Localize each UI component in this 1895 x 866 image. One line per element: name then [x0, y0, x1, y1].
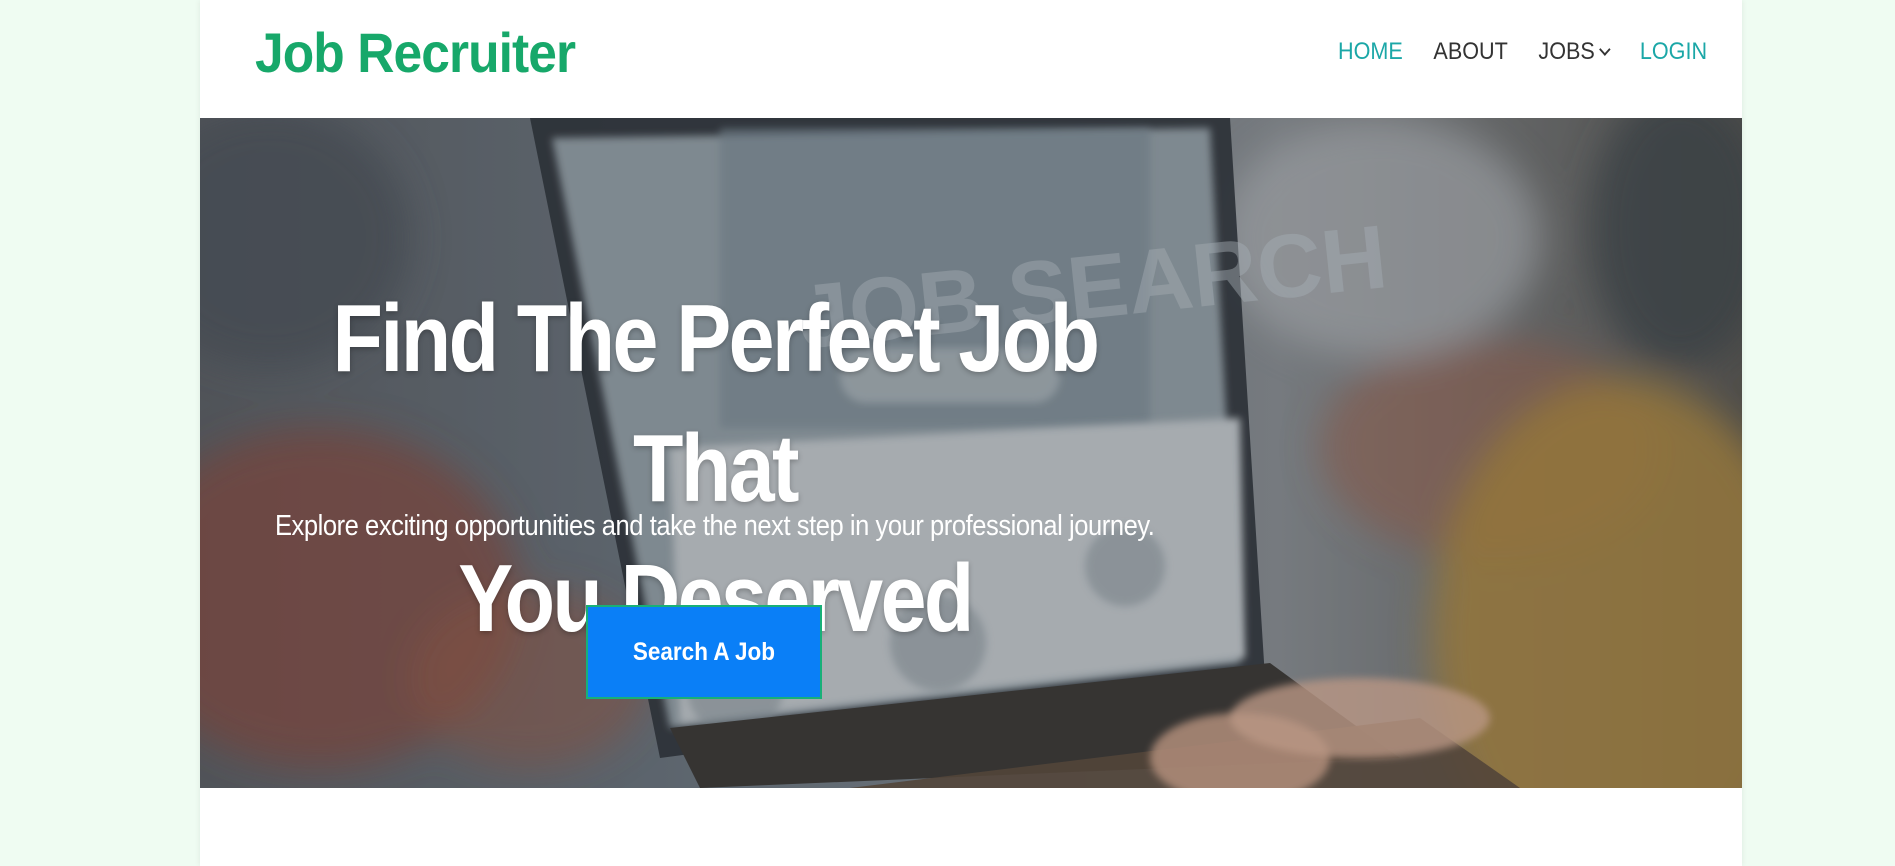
search-job-button[interactable]: Search A Job: [586, 605, 822, 699]
hero-subtitle-text: Explore exciting opportunities and take …: [275, 510, 1155, 542]
hero-banner: JOB SEARCH Find The Perfect Job That You…: [200, 118, 1742, 788]
nav-home[interactable]: HOME: [1338, 38, 1403, 66]
hero-title-line-1: Find The Perfect Job That: [332, 285, 1101, 523]
nav-about-label: ABOUT: [1433, 38, 1508, 65]
main-nav: HOME ABOUT JOBS LOGIN: [1307, 38, 1707, 66]
brand-logo[interactable]: Job Recruiter: [255, 20, 576, 85]
page-container: Job Recruiter HOME ABOUT JOBS LOGIN JOB …: [200, 0, 1742, 866]
search-job-button-label: Search A Job: [632, 637, 776, 666]
nav-jobs-label: JOBS: [1538, 38, 1595, 65]
nav-login-label: LOGIN: [1639, 38, 1707, 65]
chevron-down-icon: [1599, 42, 1611, 56]
nav-login[interactable]: LOGIN: [1640, 38, 1707, 66]
site-header: Job Recruiter HOME ABOUT JOBS LOGIN: [200, 0, 1742, 118]
nav-home-label: HOME: [1337, 38, 1403, 65]
nav-jobs-dropdown[interactable]: JOBS: [1538, 38, 1611, 66]
hero-subtitle: Explore exciting opportunities and take …: [200, 510, 1230, 543]
nav-about[interactable]: ABOUT: [1433, 38, 1507, 66]
